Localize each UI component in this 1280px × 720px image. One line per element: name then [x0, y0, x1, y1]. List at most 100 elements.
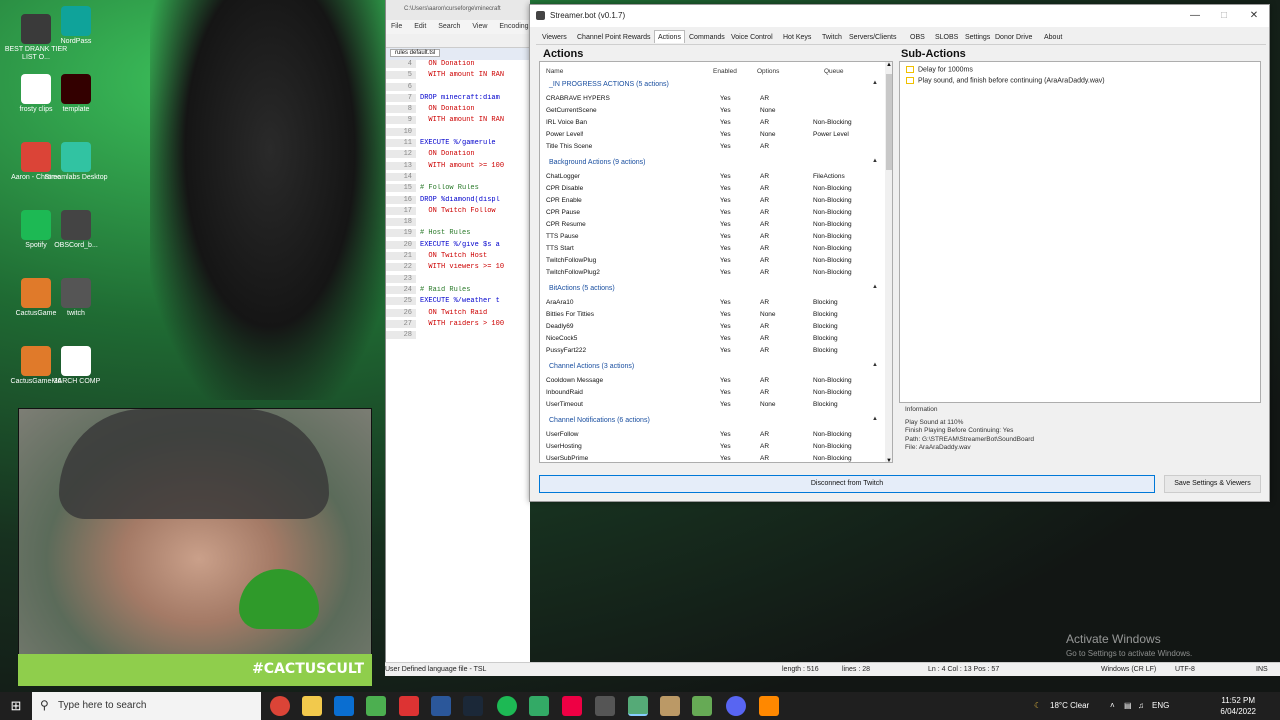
- collapse-icon[interactable]: ▲: [872, 362, 878, 368]
- action-row[interactable]: UserTimeout Yes None Blocking: [540, 399, 885, 411]
- obs-icon[interactable]: [399, 696, 419, 716]
- action-row[interactable]: TTS Pause Yes AR Non-Blocking: [540, 231, 885, 243]
- action-row[interactable]: Title This Scene Yes AR: [540, 141, 885, 153]
- tray-arrow-icon[interactable]: ˄: [1110, 701, 1115, 710]
- language-indicator[interactable]: ENG: [1152, 701, 1169, 710]
- code-line[interactable]: 22 WITH viewers >= 10: [386, 263, 530, 274]
- action-row[interactable]: CPR Resume Yes AR Non-Blocking: [540, 219, 885, 231]
- code-line[interactable]: 21 ON Twitch Host: [386, 252, 530, 263]
- network-icon[interactable]: ▤: [1124, 701, 1132, 710]
- app-icon[interactable]: [529, 696, 549, 716]
- tab-obs[interactable]: OBS: [907, 32, 928, 43]
- code-line[interactable]: 5 WITH amount IN RAN: [386, 71, 530, 82]
- streamerbot-titlebar[interactable]: Streamer.bot (v0.1.7) — □ ✕: [530, 5, 1269, 27]
- tab-channel-point-rewards[interactable]: Channel Point Rewards: [574, 32, 654, 43]
- code-line[interactable]: 12 ON Donation: [386, 150, 530, 161]
- collapse-icon[interactable]: ▲: [872, 284, 878, 290]
- code-line[interactable]: 17 ON Twitch Follow: [386, 206, 530, 218]
- desktop-icon[interactable]: twitch: [44, 278, 108, 318]
- code-line[interactable]: 7 DROP minecraft:diam: [386, 93, 530, 105]
- action-row[interactable]: InboundRaid Yes AR Non-Blocking: [540, 387, 885, 399]
- npp-menu-view[interactable]: View: [472, 23, 487, 30]
- tab-voice-control[interactable]: Voice Control: [728, 32, 776, 43]
- maps-icon[interactable]: [562, 696, 582, 716]
- action-group-header[interactable]: Background Actions (9 actions) ▲: [540, 157, 885, 169]
- tab-slobs[interactable]: SLOBS: [932, 32, 961, 43]
- action-group-header[interactable]: Channel Notifications (6 actions) ▲: [540, 415, 885, 427]
- tab-donor-drive[interactable]: Donor Drive: [992, 32, 1035, 43]
- tab-actions[interactable]: Actions: [654, 30, 685, 43]
- action-row[interactable]: NiceCock5 Yes AR Blocking: [540, 333, 885, 345]
- code-line[interactable]: 28: [386, 331, 530, 342]
- action-row[interactable]: Cooldown Message Yes AR Non-Blocking: [540, 375, 885, 387]
- desktop-icon[interactable]: template: [44, 74, 108, 114]
- npp-menu-encoding[interactable]: Encoding: [499, 23, 528, 30]
- file-explorer-icon[interactable]: [302, 696, 322, 716]
- subactions-list[interactable]: Delay for 1000ms Play sound, and finish …: [899, 61, 1261, 403]
- minimize-icon[interactable]: —: [1183, 8, 1207, 24]
- action-row[interactable]: Deadly69 Yes AR Blocking: [540, 321, 885, 333]
- weather-text[interactable]: 18°C Clear: [1050, 701, 1089, 710]
- code-editor[interactable]: 4 ON Donation 5 WITH amount IN RAN 6 7 DROP …: [386, 60, 530, 342]
- action-row[interactable]: UserHosting Yes AR Non-Blocking: [540, 441, 885, 453]
- code-line[interactable]: 19 # Host Rules: [386, 229, 530, 240]
- game-icon[interactable]: [660, 696, 680, 716]
- tab-servers-clients[interactable]: Servers/Clients: [846, 32, 899, 43]
- tab-about[interactable]: About: [1041, 32, 1065, 43]
- word-icon[interactable]: [431, 696, 451, 716]
- action-row[interactable]: TwitchFollowPlug Yes AR Non-Blocking: [540, 255, 885, 267]
- scroll-thumb[interactable]: [886, 74, 892, 170]
- close-icon[interactable]: ✕: [1242, 8, 1266, 24]
- code-line[interactable]: 6: [386, 82, 530, 94]
- npp-menu-search[interactable]: Search: [438, 23, 460, 30]
- npp-menu-edit[interactable]: Edit: [414, 23, 426, 30]
- action-row[interactable]: CRABRAVE HYPERS Yes AR: [540, 93, 885, 105]
- action-row[interactable]: CPR Pause Yes AR Non-Blocking: [540, 207, 885, 219]
- disconnect-button[interactable]: Disconnect from Twitch: [539, 475, 1155, 493]
- action-row[interactable]: TTS Start Yes AR Non-Blocking: [540, 243, 885, 255]
- action-row[interactable]: TwitchFollowPlug2 Yes AR Non-Blocking: [540, 267, 885, 279]
- notepad-tab[interactable]: rules default.tsl: [386, 48, 530, 60]
- volume-icon[interactable]: ♫: [1138, 701, 1144, 710]
- tab-viewers[interactable]: Viewers: [539, 32, 570, 43]
- col-enabled[interactable]: Enabled: [713, 68, 737, 75]
- code-line[interactable]: 11 EXECUTE %/gamerule: [386, 139, 530, 150]
- desktop-icon[interactable]: MARCH COMP: [44, 346, 108, 386]
- maximize-icon[interactable]: □: [1212, 8, 1236, 24]
- action-row[interactable]: UserFollow Yes AR Non-Blocking: [540, 429, 885, 441]
- code-line[interactable]: 14: [386, 172, 530, 184]
- action-row[interactable]: PussyFart222 Yes AR Blocking: [540, 345, 885, 357]
- subaction-item[interactable]: Delay for 1000ms: [906, 66, 973, 73]
- code-line[interactable]: 20 EXECUTE %/give $s a: [386, 240, 530, 252]
- action-row[interactable]: ChatLogger Yes AR FileActions: [540, 171, 885, 183]
- action-row[interactable]: CPR Disable Yes AR Non-Blocking: [540, 183, 885, 195]
- clock[interactable]: 11:52 PM 6/04/2022: [1220, 695, 1256, 717]
- steam-icon[interactable]: [463, 696, 483, 716]
- action-row[interactable]: CPR Enable Yes AR Non-Blocking: [540, 195, 885, 207]
- action-row[interactable]: UserSubPrime Yes AR Non-Blocking: [540, 453, 885, 462]
- code-line[interactable]: 10: [386, 127, 530, 139]
- code-line[interactable]: 26 ON Twitch Raid: [386, 308, 530, 320]
- tab-hot-keys[interactable]: Hot Keys: [780, 32, 814, 43]
- outlook-icon[interactable]: [334, 696, 354, 716]
- action-group-header[interactable]: Channel Actions (3 actions) ▲: [540, 361, 885, 373]
- taskbar-search[interactable]: ⚲ Type here to search: [32, 692, 261, 720]
- action-row[interactable]: AraAra10 Yes AR Blocking: [540, 297, 885, 309]
- actions-scrollbar[interactable]: ▲ ▼: [885, 62, 892, 462]
- action-row[interactable]: GetCurrentScene Yes None: [540, 105, 885, 117]
- action-row[interactable]: Bitties For Titties Yes None Blocking: [540, 309, 885, 321]
- notepad-window[interactable]: C:\Users\aaron\curseforge\minecraft File…: [385, 0, 530, 676]
- npp-menu-file[interactable]: File: [391, 23, 402, 30]
- collapse-icon[interactable]: ▲: [872, 158, 878, 164]
- scroll-up-icon[interactable]: ▲: [886, 62, 892, 68]
- col-name[interactable]: Name: [546, 68, 563, 75]
- code-line[interactable]: 9 WITH amount IN RAN: [386, 116, 530, 127]
- col-options[interactable]: Options: [757, 68, 779, 75]
- code-line[interactable]: 15 # Follow Rules: [386, 184, 530, 195]
- vlc-icon[interactable]: [759, 696, 779, 716]
- collapse-icon[interactable]: ▲: [872, 80, 878, 86]
- streamerbot-taskbar-icon[interactable]: [628, 696, 648, 716]
- tab-twitch[interactable]: Twitch: [819, 32, 845, 43]
- code-line[interactable]: 13 WITH amount >= 100: [386, 161, 530, 173]
- desktop-icon[interactable]: OBSCord_b...: [44, 210, 108, 250]
